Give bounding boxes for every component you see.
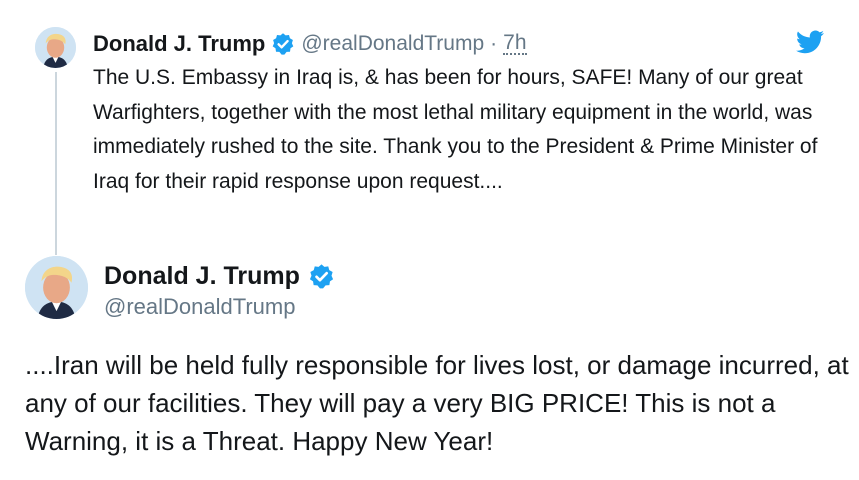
author-name[interactable]: Donald J. Trump (93, 31, 265, 57)
author-name[interactable]: Donald J. Trump (104, 262, 300, 291)
verified-badge-icon (308, 263, 335, 290)
avatar-image (25, 256, 88, 319)
tweet-2-text: ....Iran will be held fully responsible … (25, 350, 849, 456)
avatar[interactable] (35, 27, 76, 68)
avatar[interactable] (25, 256, 88, 319)
author-handle[interactable]: @realDonaldTrump (104, 294, 295, 320)
verified-badge-icon (271, 32, 295, 56)
thread-connector-line (55, 72, 57, 255)
tweet-1-header: Donald J. Trump @realDonaldTrump · 7h (93, 30, 527, 58)
twitter-bird-icon[interactable] (796, 30, 824, 54)
separator-dot: · (490, 32, 498, 55)
tweet-timestamp[interactable]: 7h (503, 32, 527, 55)
author-handle[interactable]: @realDonaldTrump (301, 32, 484, 56)
avatar-image (35, 27, 76, 68)
tweet-2-header: Donald J. Trump (104, 260, 335, 292)
tweet-1-text: The U.S. Embassy in Iraq is, & has been … (93, 66, 818, 193)
